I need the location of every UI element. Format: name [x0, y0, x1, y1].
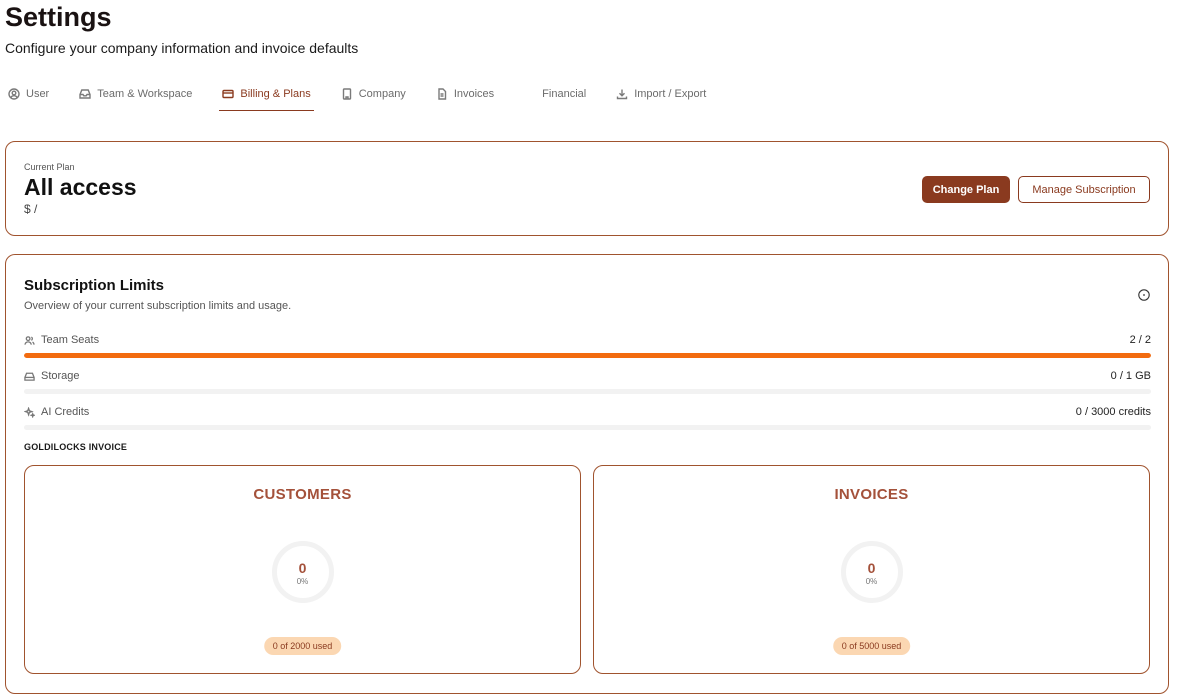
inbox-icon [79, 89, 91, 99]
credit-card-icon [222, 89, 235, 99]
limits-description: Overview of your current subscription li… [24, 300, 292, 312]
hard-drive-icon [24, 372, 35, 381]
settings-tabs: User Team & Workspace Billing & Plans Co… [8, 84, 736, 112]
customers-count: 0 [298, 560, 307, 576]
subscription-limits-card: Subscription Limits Overview of your cur… [5, 254, 1169, 694]
tab-company[interactable]: Company [341, 84, 406, 104]
customers-percent: 0% [296, 577, 309, 586]
sparkles-icon [24, 406, 35, 418]
usage-storage-value: 0 / 1 GB [1110, 370, 1151, 382]
tab-invoices-label: Invoices [453, 88, 495, 100]
tab-billing-plans[interactable]: Billing & Plans [219, 84, 315, 111]
current-plan-card: Current Plan All access $ / Change Plan … [5, 141, 1169, 236]
page-title: Settings [5, 2, 112, 32]
usage-team-seats-label: Team Seats [41, 334, 100, 346]
invoices-progress-ring: 0 0% [840, 541, 903, 603]
manage-subscription-button[interactable]: Manage Subscription [1018, 176, 1150, 203]
tab-user-label: User [26, 88, 50, 100]
plan-name: All access [24, 174, 137, 200]
customers-title: CUSTOMERS [253, 486, 352, 503]
plan-label: Current Plan [24, 162, 75, 172]
tab-user[interactable]: User [8, 84, 49, 104]
tab-team-workspace[interactable]: Team & Workspace [79, 84, 192, 104]
team-seats-progress-bar [24, 353, 1151, 358]
ai-credits-progress-bar [24, 425, 1151, 430]
limits-title: Subscription Limits [24, 277, 165, 294]
customers-usage-badge: 0 of 2000 used [263, 637, 342, 655]
tab-financial-label: Financial [542, 88, 587, 100]
page-subtitle: Configure your company information and i… [5, 40, 359, 56]
usage-team-seats-value: 2 / 2 [1129, 334, 1151, 346]
invoices-usage-badge: 0 of 5000 used [832, 637, 911, 655]
invoices-title: INVOICES [834, 486, 909, 503]
invoices-count: 0 [867, 560, 876, 576]
tab-import-export-label: Import / Export [634, 88, 707, 100]
invoices-metric-card: INVOICES 0 0% 0 of 5000 used [593, 465, 1150, 674]
storage-progress-bar [24, 389, 1151, 394]
team-seats-progress-fill [24, 353, 1151, 358]
usage-ai-credits-label: AI Credits [41, 406, 90, 418]
usage-team-seats: Team Seats 2 / 2 [24, 333, 1151, 358]
change-plan-button[interactable]: Change Plan [922, 176, 1010, 203]
tab-invoices[interactable]: Invoices [436, 84, 494, 104]
invoices-percent: 0% [865, 577, 878, 586]
document-icon [438, 88, 447, 100]
download-icon [617, 89, 628, 100]
section-label: GOLDILOCKS INVOICE [24, 442, 128, 452]
plan-price: $ / [24, 202, 38, 216]
usage-ai-credits: AI Credits 0 / 3000 credits [24, 405, 1151, 430]
customers-progress-ring: 0 0% [271, 541, 334, 603]
tab-financial[interactable]: Financial [542, 84, 586, 104]
info-icon[interactable] [1138, 289, 1150, 301]
users-icon [24, 335, 35, 345]
tab-billing-plans-label: Billing & Plans [240, 88, 311, 100]
tab-import-export[interactable]: Import / Export [616, 84, 706, 104]
customers-metric-card: CUSTOMERS 0 0% 0 of 2000 used [24, 465, 581, 674]
usage-storage-label: Storage [41, 370, 80, 382]
usage-ai-credits-value: 0 / 3000 credits [1075, 406, 1151, 418]
user-circle-icon [8, 88, 20, 100]
usage-storage: Storage 0 / 1 GB [24, 369, 1151, 394]
building-icon [342, 88, 351, 100]
tab-team-workspace-label: Team & Workspace [97, 88, 193, 100]
tab-company-label: Company [358, 88, 406, 100]
